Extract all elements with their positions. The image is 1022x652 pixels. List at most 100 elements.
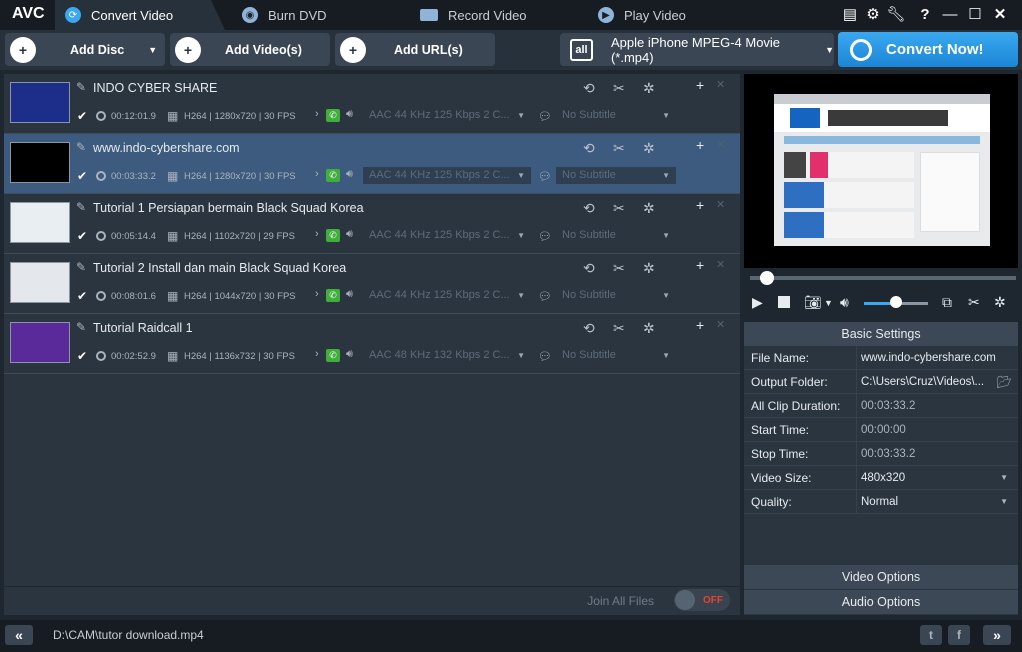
stop-icon[interactable] bbox=[778, 296, 790, 308]
setting-value[interactable]: Normal ▼ bbox=[856, 490, 1018, 514]
file-title[interactable]: Tutorial 1 Persiapan bermain Black Squad… bbox=[93, 201, 364, 215]
setting-value[interactable]: 00:00:00 bbox=[856, 418, 1018, 442]
add-icon[interactable]: + bbox=[696, 77, 704, 93]
expand-icon[interactable]: » bbox=[983, 625, 1011, 645]
refresh-icon[interactable]: ⟲ bbox=[583, 320, 595, 337]
join-toggle[interactable]: OFF bbox=[674, 589, 730, 611]
checkbox[interactable]: ✔ bbox=[77, 230, 89, 242]
snapshot-icon[interactable]: 📷︎ bbox=[804, 294, 822, 311]
convert-now-button[interactable]: Convert Now! bbox=[838, 32, 1018, 67]
add-icon[interactable]: + bbox=[696, 137, 704, 153]
checkbox[interactable]: ✔ bbox=[77, 290, 89, 302]
file-title[interactable]: Tutorial Raidcall 1 bbox=[93, 321, 193, 335]
output-format-select[interactable]: all Apple iPhone MPEG-4 Movie (*.mp4) ▼ bbox=[560, 33, 834, 66]
seek-handle[interactable] bbox=[759, 271, 774, 285]
seek-bar[interactable] bbox=[744, 268, 1018, 288]
remove-icon[interactable]: ✕ bbox=[716, 318, 725, 331]
subtitle-select[interactable]: No Subtitle ▼ bbox=[556, 227, 676, 244]
crop-icon[interactable]: ⧉ bbox=[942, 294, 952, 311]
effects-icon[interactable]: ✲ bbox=[994, 294, 1006, 311]
add-disc-button[interactable]: + Add Disc ▼ bbox=[5, 33, 165, 66]
collapse-icon[interactable]: « bbox=[5, 625, 33, 645]
chevron-down-icon[interactable]: ▼ bbox=[824, 298, 833, 308]
effects-icon[interactable]: ✲ bbox=[643, 80, 655, 97]
wrench-icon[interactable]: 🔧︎ bbox=[886, 4, 906, 24]
file-row[interactable]: ✎ www.indo-cybershare.com ⟲ ✂ ✲ + ✕ ✔ 00… bbox=[4, 134, 740, 194]
tab-record-video[interactable]: Record Video bbox=[420, 0, 585, 30]
remove-icon[interactable]: ✕ bbox=[716, 198, 725, 211]
edit-title-icon[interactable]: ✎ bbox=[76, 200, 86, 214]
checkbox[interactable]: ✔ bbox=[77, 350, 89, 362]
facebook-icon[interactable]: f bbox=[948, 625, 970, 645]
basic-settings-header[interactable]: Basic Settings bbox=[744, 322, 1018, 346]
tab-play-video[interactable]: ▶ Play Video bbox=[598, 0, 758, 30]
list-icon[interactable]: ▤ bbox=[840, 4, 860, 24]
remove-icon[interactable]: ✕ bbox=[716, 138, 725, 151]
tab-convert-video[interactable]: ⟳ Convert Video bbox=[55, 0, 227, 30]
remove-icon[interactable]: ✕ bbox=[716, 78, 725, 91]
edit-title-icon[interactable]: ✎ bbox=[76, 80, 86, 94]
edit-title-icon[interactable]: ✎ bbox=[76, 320, 86, 334]
setting-value[interactable]: 00:03:33.2 bbox=[856, 394, 1018, 418]
chevron-down-icon[interactable]: ▼ bbox=[1000, 466, 1008, 490]
subtitle-select[interactable]: No Subtitle ▼ bbox=[556, 107, 676, 124]
maximize-icon[interactable]: ☐ bbox=[965, 4, 985, 24]
scissors-icon[interactable]: ✂ bbox=[613, 260, 625, 277]
effects-icon[interactable]: ✲ bbox=[643, 320, 655, 337]
folder-icon[interactable]: 📂︎ bbox=[997, 370, 1012, 394]
file-row[interactable]: ✎ INDO CYBER SHARE ⟲ ✂ ✲ + ✕ ✔ 00:12:01.… bbox=[4, 74, 740, 134]
audio-track-select[interactable]: AAC 44 KHz 125 Kbps 2 C... ▼ bbox=[363, 287, 531, 304]
effects-icon[interactable]: ✲ bbox=[643, 200, 655, 217]
subtitle-select[interactable]: No Subtitle ▼ bbox=[556, 167, 676, 184]
scissors-icon[interactable]: ✂ bbox=[968, 294, 980, 311]
add-icon[interactable]: + bbox=[696, 197, 704, 213]
edit-title-icon[interactable]: ✎ bbox=[76, 260, 86, 274]
volume-handle[interactable] bbox=[890, 296, 902, 308]
file-title[interactable]: INDO CYBER SHARE bbox=[93, 81, 217, 95]
edit-title-icon[interactable]: ✎ bbox=[76, 140, 86, 154]
checkbox[interactable]: ✔ bbox=[77, 170, 89, 182]
add-icon[interactable]: + bbox=[696, 257, 704, 273]
subtitle-select[interactable]: No Subtitle ▼ bbox=[556, 347, 676, 364]
add-videos-button[interactable]: + Add Video(s) bbox=[170, 33, 330, 66]
audio-track-select[interactable]: AAC 48 KHz 132 Kbps 2 C... ▼ bbox=[363, 347, 531, 364]
effects-icon[interactable]: ✲ bbox=[643, 140, 655, 157]
file-row[interactable]: ✎ Tutorial 1 Persiapan bermain Black Squ… bbox=[4, 194, 740, 254]
gear-icon[interactable]: ⚙ bbox=[863, 4, 883, 24]
file-title[interactable]: www.indo-cybershare.com bbox=[93, 141, 240, 155]
minimize-icon[interactable]: — bbox=[940, 4, 960, 24]
scissors-icon[interactable]: ✂ bbox=[613, 140, 625, 157]
refresh-icon[interactable]: ⟲ bbox=[583, 200, 595, 217]
video-options-button[interactable]: Video Options bbox=[744, 565, 1018, 589]
effects-icon[interactable]: ✲ bbox=[643, 260, 655, 277]
setting-value[interactable]: www.indo-cybershare.com bbox=[856, 346, 1018, 370]
help-icon[interactable]: ? bbox=[915, 4, 935, 24]
file-row[interactable]: ✎ Tutorial Raidcall 1 ⟲ ✂ ✲ + ✕ ✔ 00:02:… bbox=[4, 314, 740, 374]
audio-track-select[interactable]: AAC 44 KHz 125 Kbps 2 C... ▼ bbox=[363, 107, 531, 124]
subtitle-select[interactable]: No Subtitle ▼ bbox=[556, 287, 676, 304]
file-row[interactable]: ✎ Tutorial 2 Install dan main Black Squa… bbox=[4, 254, 740, 314]
setting-value[interactable]: C:\Users\Cruz\Videos\... 📂︎ bbox=[856, 370, 1018, 394]
audio-options-button[interactable]: Audio Options bbox=[744, 590, 1018, 614]
refresh-icon[interactable]: ⟲ bbox=[583, 80, 595, 97]
setting-value[interactable]: 00:03:33.2 bbox=[856, 442, 1018, 466]
refresh-icon[interactable]: ⟲ bbox=[583, 140, 595, 157]
add-icon[interactable]: + bbox=[696, 317, 704, 333]
setting-value[interactable]: 480x320 ▼ bbox=[856, 466, 1018, 490]
chevron-down-icon[interactable]: ▼ bbox=[1000, 490, 1008, 514]
audio-track-select[interactable]: AAC 44 KHz 125 Kbps 2 C... ▼ bbox=[363, 227, 531, 244]
tab-burn-dvd[interactable]: ◉ Burn DVD bbox=[242, 0, 402, 30]
play-icon[interactable]: ▶ bbox=[752, 294, 763, 311]
add-urls-button[interactable]: + Add URL(s) bbox=[335, 33, 495, 66]
scissors-icon[interactable]: ✂ bbox=[613, 200, 625, 217]
audio-track-select[interactable]: AAC 44 KHz 125 Kbps 2 C... ▼ bbox=[363, 167, 531, 184]
volume-icon[interactable]: 🔊︎ bbox=[840, 294, 849, 311]
file-title[interactable]: Tutorial 2 Install dan main Black Squad … bbox=[93, 261, 346, 275]
scissors-icon[interactable]: ✂ bbox=[613, 80, 625, 97]
chevron-down-icon[interactable]: ▼ bbox=[148, 45, 157, 55]
scissors-icon[interactable]: ✂ bbox=[613, 320, 625, 337]
refresh-icon[interactable]: ⟲ bbox=[583, 260, 595, 277]
close-icon[interactable]: ✕ bbox=[990, 4, 1010, 24]
remove-icon[interactable]: ✕ bbox=[716, 258, 725, 271]
checkbox[interactable]: ✔ bbox=[77, 110, 89, 122]
